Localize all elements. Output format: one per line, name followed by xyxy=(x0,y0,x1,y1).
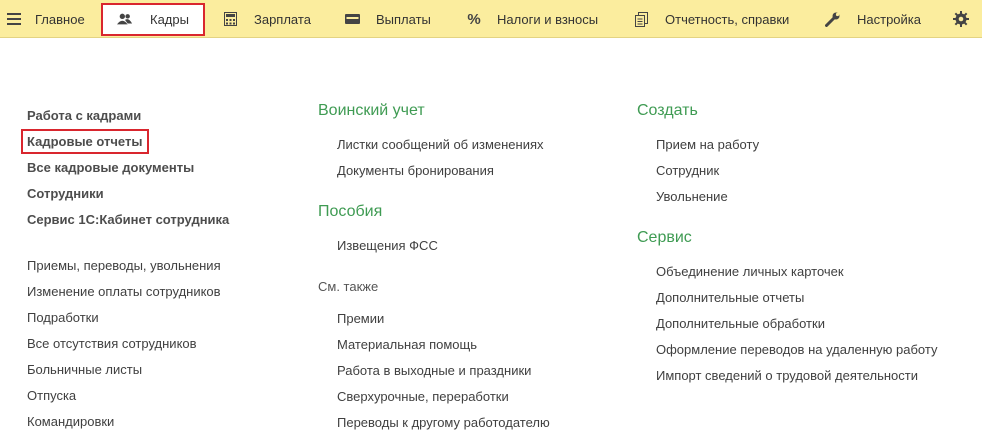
link-merge-personal-cards[interactable]: Объединение личных карточек xyxy=(656,264,844,279)
section-payments-label: Выплаты xyxy=(376,11,431,27)
section-salary-label: Зарплата xyxy=(254,11,311,27)
link-all-hr-documents[interactable]: Все кадровые документы xyxy=(27,160,194,175)
group-title-create: Создать xyxy=(637,102,698,119)
link-financial-aid[interactable]: Материальная помощь xyxy=(337,337,477,352)
group-title-military: Воинский учет xyxy=(318,102,425,119)
section-settings[interactable]: Настройка xyxy=(824,0,921,38)
section-hr-label: Кадры xyxy=(150,11,189,27)
calculator-icon xyxy=(222,11,238,27)
link-employee-cabinet-service[interactable]: Сервис 1С:Кабинет сотрудника xyxy=(27,212,229,227)
section-main-label: Главное xyxy=(35,11,85,27)
section-payments[interactable]: Выплаты xyxy=(344,0,431,38)
link-remote-work-transfers[interactable]: Оформление переводов на удаленную работу xyxy=(656,342,937,357)
percent-icon: % xyxy=(467,10,481,28)
section-main[interactable]: Главное xyxy=(6,0,85,38)
link-additional-reports[interactable]: Дополнительные отчеты xyxy=(656,290,804,305)
section-reports[interactable]: Отчетность, справки xyxy=(633,0,789,38)
link-side-jobs[interactable]: Подработки xyxy=(27,310,99,325)
link-weekend-holiday-work[interactable]: Работа в выходные и праздники xyxy=(337,363,531,378)
link-hirings-transfers-dismissals[interactable]: Приемы, переводы, увольнения xyxy=(27,258,221,273)
sections-panel: Главное Кадры Зарплата Выплаты % Налоги … xyxy=(0,0,982,38)
link-business-trips[interactable]: Командировки xyxy=(27,414,114,429)
link-create-dismissal[interactable]: Увольнение xyxy=(656,189,728,204)
link-work-with-staff[interactable]: Работа с кадрами xyxy=(27,108,141,123)
link-sick-leaves[interactable]: Больничные листы xyxy=(27,362,142,377)
section-settings-label: Настройка xyxy=(857,11,921,27)
link-additional-processors[interactable]: Дополнительные обработки xyxy=(656,316,825,331)
documents-icon xyxy=(633,11,649,27)
section-hr[interactable]: Кадры xyxy=(117,0,189,38)
link-overtime[interactable]: Сверхурочные, переработки xyxy=(337,389,509,404)
link-all-absences[interactable]: Все отсутствия сотрудников xyxy=(27,336,197,351)
link-create-employee[interactable]: Сотрудник xyxy=(656,163,719,178)
link-reservation-documents[interactable]: Документы бронирования xyxy=(337,163,494,178)
group-title-see-also: См. также xyxy=(318,279,379,294)
wallet-icon xyxy=(344,11,360,27)
section-reports-label: Отчетность, справки xyxy=(665,11,790,27)
link-fss-notices[interactable]: Извещения ФСС xyxy=(337,238,438,253)
link-vacations[interactable]: Отпуска xyxy=(27,388,76,403)
hamburger-menu-icon xyxy=(6,11,22,27)
settings-gear-button[interactable] xyxy=(953,0,969,38)
section-salary[interactable]: Зарплата xyxy=(222,0,311,38)
section-taxes-label: Налоги и взносы xyxy=(497,11,599,27)
link-employees[interactable]: Сотрудники xyxy=(27,186,104,201)
link-create-hiring[interactable]: Прием на работу xyxy=(656,137,759,152)
group-title-benefits: Пособия xyxy=(318,203,383,220)
link-transfers-to-other-employer[interactable]: Переводы к другому работодателю xyxy=(337,415,550,430)
link-import-work-records[interactable]: Импорт сведений о трудовой деятельности xyxy=(656,368,918,383)
group-title-service: Сервис xyxy=(637,229,692,246)
people-icon xyxy=(117,11,133,27)
link-hr-reports[interactable]: Кадровые отчеты xyxy=(27,134,142,149)
section-taxes[interactable]: % Налоги и взносы xyxy=(466,0,598,38)
link-change-notices[interactable]: Листки сообщений об изменениях xyxy=(337,137,544,152)
link-bonuses[interactable]: Премии xyxy=(337,311,384,326)
gear-icon xyxy=(953,11,969,27)
wrench-icon xyxy=(824,11,840,27)
link-pay-changes[interactable]: Изменение оплаты сотрудников xyxy=(27,284,221,299)
